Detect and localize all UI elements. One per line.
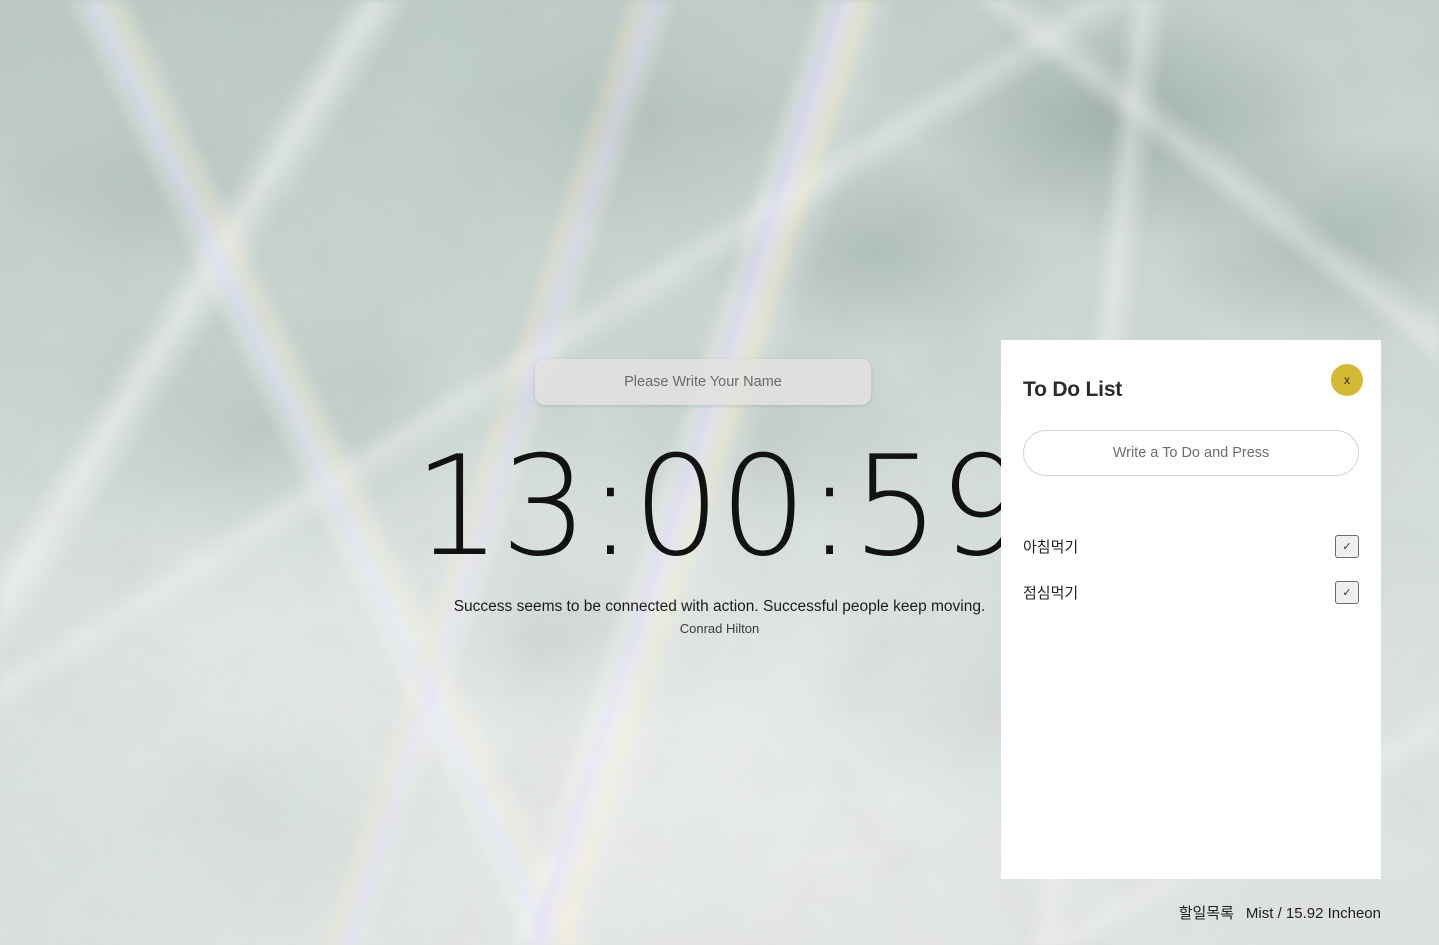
todo-input[interactable] (1023, 430, 1359, 476)
todo-panel-header: To Do List x (1023, 364, 1363, 422)
todo-list-item: 아침먹기 ✓ (1023, 523, 1359, 569)
greeting-form[interactable] (535, 359, 871, 405)
todo-toggle-label[interactable]: 할일목록 (1179, 902, 1234, 923)
close-icon[interactable]: x (1331, 364, 1363, 396)
todo-item-label: 점심먹기 (1023, 583, 1079, 602)
app-root: 13:00:59 Success seems to be connected w… (0, 0, 1439, 945)
weather-status: Mist / 15.92 Incheon (1245, 905, 1381, 922)
name-input[interactable] (535, 359, 871, 405)
check-icon[interactable]: ✓ (1335, 580, 1359, 604)
status-bar: 할일목록 Mist / 15.92 Incheon (1179, 902, 1381, 923)
todo-item-label: 아침먹기 (1023, 537, 1079, 556)
todo-list: 아침먹기 ✓ 점심먹기 ✓ (1023, 523, 1359, 615)
todo-form[interactable] (1023, 430, 1359, 476)
check-icon[interactable]: ✓ (1335, 534, 1359, 558)
todo-panel-title: To Do List (1023, 378, 1123, 401)
todo-list-item: 점심먹기 ✓ (1023, 569, 1359, 615)
todo-panel: To Do List x 아침먹기 ✓ 점심먹기 ✓ (1001, 340, 1381, 879)
